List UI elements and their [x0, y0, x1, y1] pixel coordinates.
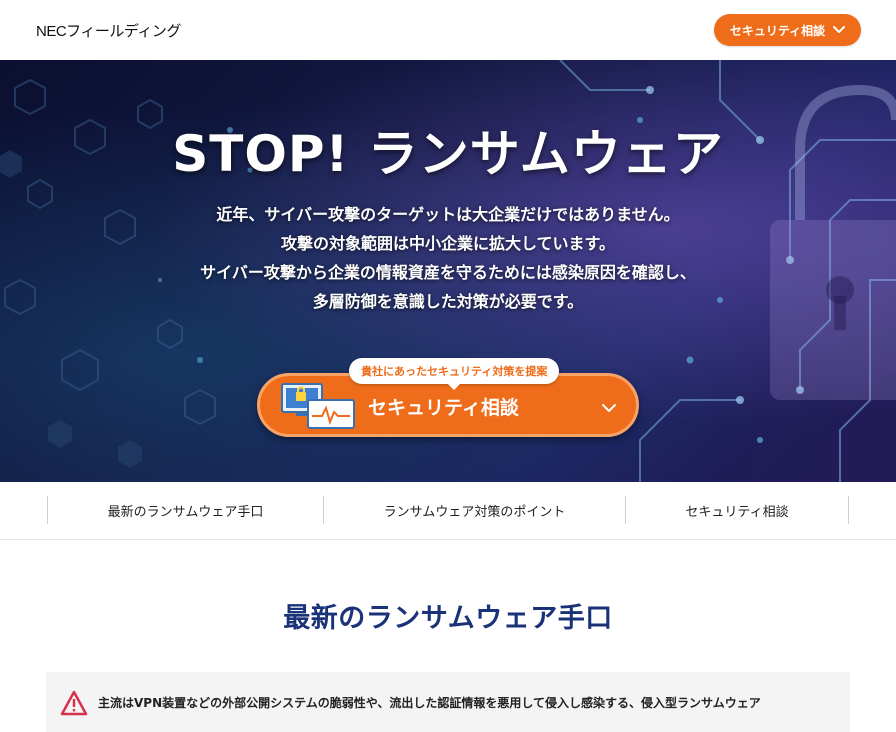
subnav-divider: [848, 496, 849, 524]
site-header: NECフィールディング セキュリティ相談: [0, 0, 896, 60]
hero-line: サイバー攻撃から企業の情報資産を守るためには感染原因を確認し、: [200, 263, 696, 282]
cta-badge: 貴社にあったセキュリティ対策を提案: [349, 358, 560, 390]
computer-security-icon: [280, 380, 360, 436]
hero-line: 近年、サイバー攻撃のターゲットは大企業だけではありません。: [216, 205, 680, 224]
warning-icon: [60, 690, 88, 720]
hero-line: 攻撃の対象範囲は中小企業に拡大しています。: [281, 234, 615, 253]
chevron-down-icon: [833, 26, 846, 34]
header-cta-label: セキュリティ相談: [729, 23, 826, 38]
hero-line: 多層防御を意識した対策が必要です。: [312, 292, 584, 311]
subnav-item-countermeasures[interactable]: ランサムウェア対策のポイント: [323, 496, 625, 524]
hero-description: 近年、サイバー攻撃のターゲットは大企業だけではありません。 攻撃の対象範囲は中小…: [0, 200, 896, 316]
notice-box: 主流はVPN装置などの外部公開システムの脆弱性や、流出した認証情報を悪用して侵入…: [46, 672, 850, 732]
logo[interactable]: NECフィールディング: [36, 20, 181, 41]
hero-banner: STOP! ランサムウェア 近年、サイバー攻撃のターゲットは大企業だけではありま…: [0, 60, 896, 482]
hero-title: STOP! ランサムウェア: [172, 125, 724, 183]
section-title: 最新のランサムウェア手口: [283, 603, 613, 634]
section-nav: 最新のランサムウェア手口 ランサムウェア対策のポイント セキュリティ相談: [0, 482, 896, 540]
subnav-item-security-consult[interactable]: セキュリティ相談: [625, 496, 848, 524]
chevron-down-icon: [602, 398, 616, 417]
hero-cta: 貴社にあったセキュリティ対策を提案 セキュリティ相談: [257, 358, 639, 437]
subnav-item-latest-methods[interactable]: 最新のランサムウェア手口: [47, 496, 323, 524]
security-consult-header-button[interactable]: セキュリティ相談: [714, 14, 861, 46]
notice-text: 主流はVPN装置などの外部公開システムの脆弱性や、流出した認証情報を悪用して侵入…: [98, 696, 761, 710]
cta-label: セキュリティ相談: [368, 397, 519, 419]
